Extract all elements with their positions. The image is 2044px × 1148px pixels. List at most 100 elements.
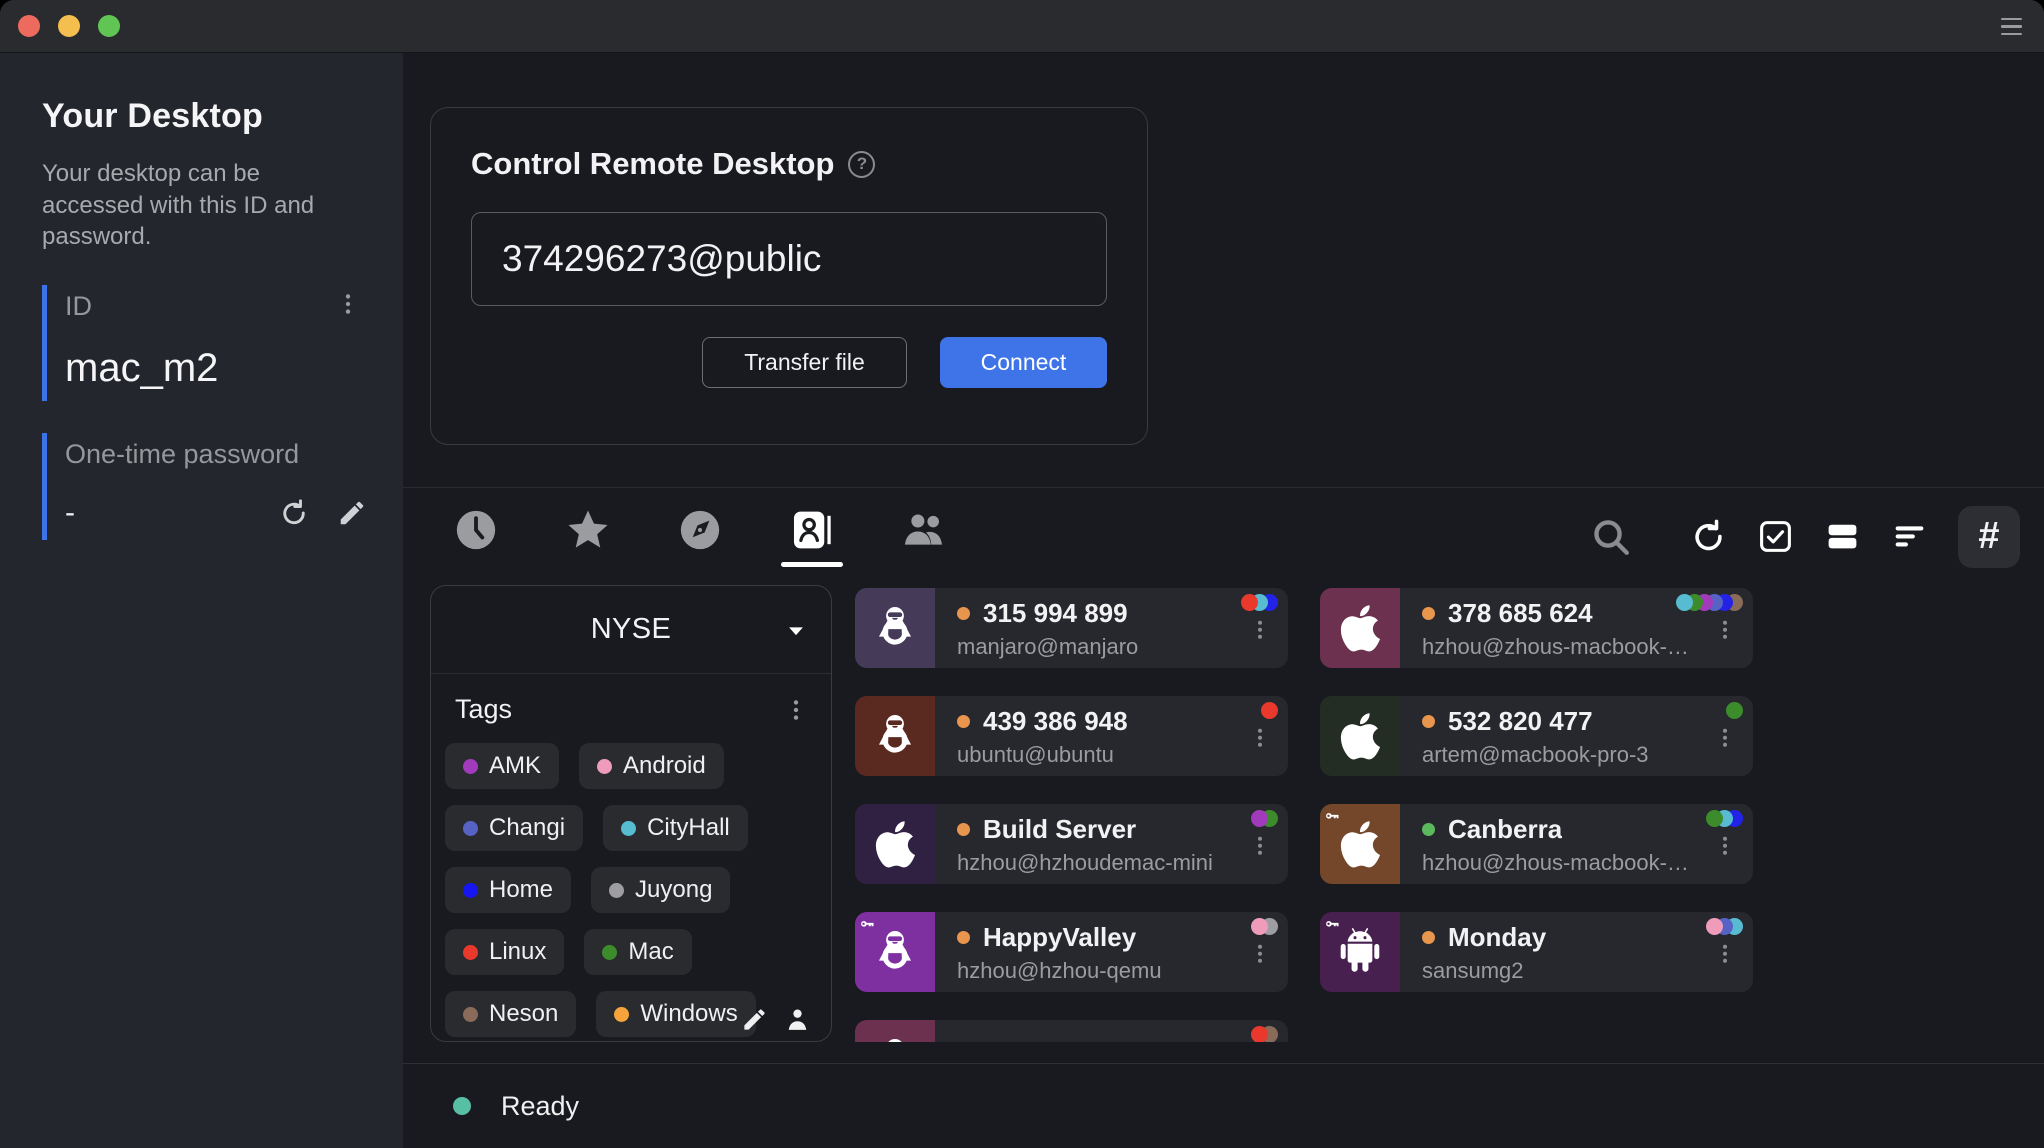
card-title: Control Remote Desktop: [471, 146, 834, 182]
close-window-button[interactable]: [18, 15, 40, 37]
tag-chip-home[interactable]: Home: [445, 867, 571, 913]
device-tag-dots: [1683, 594, 1743, 611]
connect-button[interactable]: Connect: [940, 337, 1107, 388]
device-more-menu-icon[interactable]: [1713, 615, 1737, 645]
tag-chip-neson[interactable]: Neson: [445, 991, 576, 1037]
traffic-lights: [18, 15, 120, 37]
sidebar-description: Your desktop can be accessed with this I…: [42, 158, 367, 253]
status-bar: Ready: [403, 1063, 2044, 1148]
device-card[interactable]: Mondaysansumg2: [1320, 912, 1753, 992]
apple-icon: [1339, 602, 1381, 654]
minimize-window-button[interactable]: [58, 15, 80, 37]
tag-chip-cityhall[interactable]: CityHall: [603, 805, 748, 851]
device-os-tile: [855, 696, 935, 776]
search-icon: [1590, 516, 1632, 558]
tag-color-dot: [463, 1007, 478, 1022]
menu-icon[interactable]: [2001, 18, 2022, 35]
tab-recent-sessions[interactable]: [445, 507, 507, 567]
device-card[interactable]: HappyValleyhzhou@hzhou-qemu: [855, 912, 1288, 992]
remote-id-input[interactable]: [471, 212, 1107, 306]
star-icon: [565, 507, 611, 553]
address-book-name: NYSE: [591, 613, 672, 646]
id-more-menu-icon[interactable]: [335, 291, 361, 317]
sort-button[interactable]: [1891, 518, 1928, 555]
device-name: 315 994 899: [983, 598, 1128, 629]
transfer-file-button[interactable]: Transfer file: [702, 337, 907, 388]
device-card[interactable]: 532 820 477artem@macbook-pro-3: [1320, 696, 1753, 776]
tab-underline: [669, 562, 731, 567]
device-os-tile: [1320, 696, 1400, 776]
tag-chip-juyong[interactable]: Juyong: [591, 867, 730, 913]
tag-chip-linux[interactable]: Linux: [445, 929, 564, 975]
search-button[interactable]: [1590, 516, 1632, 558]
tux-icon: [869, 602, 921, 654]
tag-chip-changi[interactable]: Changi: [445, 805, 583, 851]
device-status-dot: [957, 715, 970, 728]
toolbar: #: [1590, 506, 2020, 568]
device-card[interactable]: 315 994 899manjaro@manjaro: [855, 588, 1288, 668]
device-more-menu-icon[interactable]: [1713, 723, 1737, 753]
device-more-menu-icon[interactable]: [1713, 939, 1737, 969]
help-icon[interactable]: ?: [848, 151, 875, 178]
device-username: hzhou@zhous-macbook-…: [1422, 850, 1689, 876]
apple-icon: [1339, 710, 1381, 762]
device-more-menu-icon[interactable]: [1713, 831, 1737, 861]
tag-label: Windows: [640, 1000, 737, 1028]
device-username: hzhou@zhous-macbook-…: [1422, 634, 1689, 660]
device-tag-dots: [1258, 1026, 1278, 1042]
device-username: ubuntu@ubuntu: [957, 742, 1224, 768]
rows-icon: [1824, 518, 1861, 555]
tab-underline: [893, 562, 955, 567]
tag-chip-windows[interactable]: Windows: [596, 991, 755, 1037]
device-name: Monday: [1448, 922, 1546, 953]
device-status-dot: [1422, 931, 1435, 944]
tag-label: AMK: [489, 752, 541, 780]
tag-color-dot: [463, 821, 478, 836]
device-status-dot: [957, 823, 970, 836]
device-username: hzhou@hzhou-qemu: [957, 958, 1224, 984]
select-button[interactable]: [1757, 518, 1794, 555]
device-os-tile: [855, 1020, 935, 1042]
tag-chip-android[interactable]: Android: [579, 743, 724, 789]
maximize-window-button[interactable]: [98, 15, 120, 37]
device-tag-dots: [1258, 918, 1278, 935]
device-name: Build Server: [983, 814, 1136, 845]
device-card[interactable]: Canberrahzhou@zhous-macbook-…: [1320, 804, 1753, 884]
device-more-menu-icon[interactable]: [1248, 723, 1272, 753]
tags-more-menu-icon[interactable]: [783, 697, 809, 723]
tabs-toolbar-row: #: [403, 487, 2044, 585]
device-status-dot: [1422, 715, 1435, 728]
tab-group[interactable]: [893, 507, 955, 567]
device-os-tile: [855, 804, 935, 884]
grid-view-button[interactable]: #: [1958, 506, 2020, 568]
id-value: mac_m2: [65, 346, 367, 391]
device-card[interactable]: 378 685 624 hzhou@zhous-macbook-…: [1320, 588, 1753, 668]
address-book-panel: NYSE Tags AMKAndroidChangiCityHallHomeJu…: [430, 585, 832, 1042]
tab-favorites[interactable]: [557, 507, 619, 567]
tab-address-book[interactable]: [781, 507, 843, 567]
tag-label: CityHall: [647, 814, 730, 842]
device-tag-dots: [1713, 918, 1743, 935]
regenerate-password-icon[interactable]: [279, 498, 309, 528]
device-more-menu-icon[interactable]: [1248, 939, 1272, 969]
edit-tag-icon[interactable]: [741, 1006, 768, 1033]
device-card[interactable]: Pek: [855, 1020, 1288, 1042]
device-more-menu-icon[interactable]: [1248, 831, 1272, 861]
edit-password-icon[interactable]: [337, 498, 367, 528]
otp-label: One-time password: [65, 439, 367, 470]
tag-color-dot: [621, 821, 636, 836]
device-tag-dots: [1733, 702, 1743, 719]
tag-chip-amk[interactable]: AMK: [445, 743, 559, 789]
device-card[interactable]: Build Serverhzhou@hzhoudemac-mini: [855, 804, 1288, 884]
device-tag-dots: [1713, 810, 1743, 827]
device-more-menu-icon[interactable]: [1248, 615, 1272, 645]
device-name: 378 685 624: [1448, 598, 1593, 629]
device-card[interactable]: 439 386 948ubuntu@ubuntu: [855, 696, 1288, 776]
tag-chip-mac[interactable]: Mac: [584, 929, 691, 975]
tab-discovered[interactable]: [669, 507, 731, 567]
refresh-icon: [1690, 518, 1727, 555]
address-book-selector[interactable]: NYSE: [431, 586, 831, 674]
add-person-icon[interactable]: [784, 1006, 811, 1033]
list-view-button[interactable]: [1824, 518, 1861, 555]
refresh-button[interactable]: [1690, 518, 1727, 555]
